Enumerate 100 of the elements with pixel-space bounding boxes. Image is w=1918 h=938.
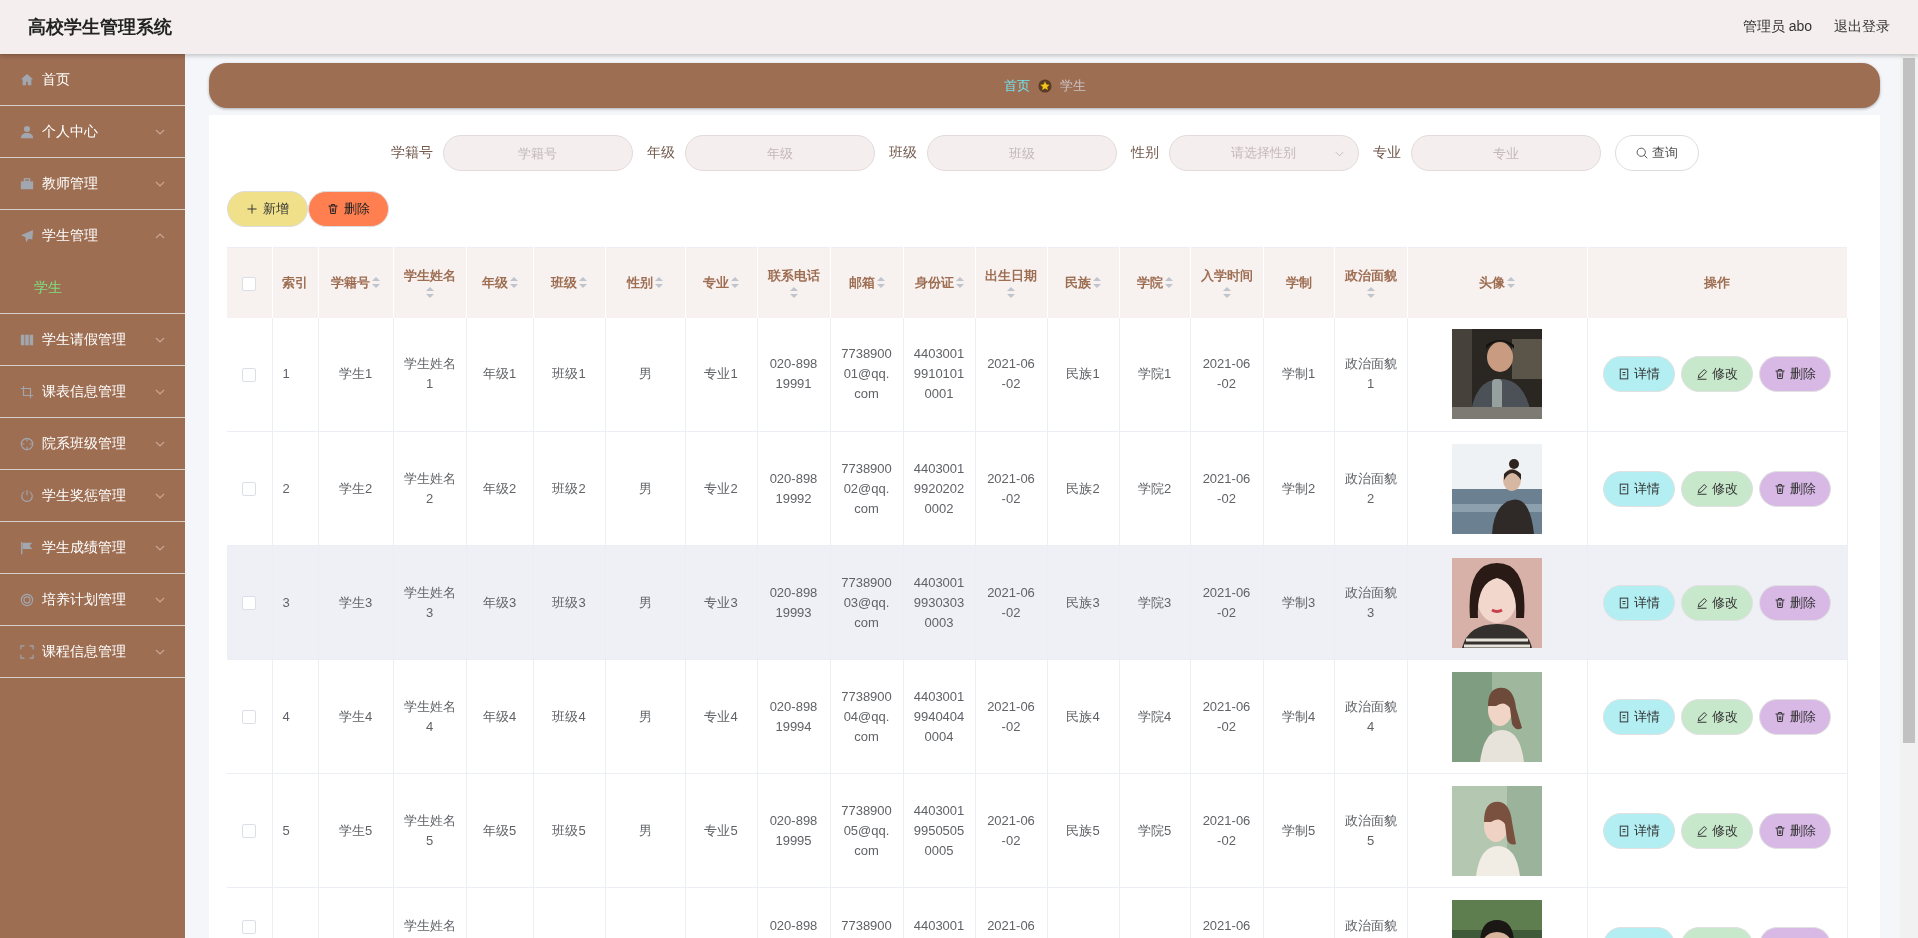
table-cell: 班级3 (552, 594, 586, 610)
table-cell: 020-89819995 (769, 812, 818, 848)
table-cell: 2021-06-02 (987, 698, 1035, 734)
menu-item[interactable]: 课表信息管理 (0, 366, 185, 418)
table-cell: 773890003@qq.com (841, 574, 892, 630)
edit-button[interactable]: 修改 (1681, 470, 1753, 507)
checkbox[interactable] (242, 367, 257, 382)
delete-button[interactable]: 删除 (1759, 470, 1831, 507)
table-cell: 学院1 (1137, 366, 1172, 382)
delete-button[interactable]: 删除 (1759, 584, 1831, 621)
sort-icon (372, 277, 380, 289)
scrollbar-thumb[interactable] (1903, 58, 1915, 743)
table-cell: 2021-06-02 (987, 356, 1035, 392)
table-cell: 3 (282, 594, 290, 610)
table-cell: 学生姓名1 (403, 356, 456, 392)
delete-button[interactable]: 删除 (1759, 698, 1831, 735)
column-header[interactable]: 身份证 (914, 273, 964, 292)
add-button[interactable]: 新增 (227, 191, 308, 227)
menu-item[interactable]: 个人中心 (0, 106, 185, 158)
table-cell: 年级2 (482, 480, 517, 496)
detail-button[interactable]: 详情 (1603, 812, 1675, 849)
menu-item[interactable]: 课程信息管理 (0, 626, 185, 678)
flag-icon (20, 540, 34, 555)
checkbox[interactable] (242, 919, 257, 934)
breadcrumb-item[interactable]: 首页 (1003, 76, 1030, 95)
table-cell: 2021-06-02 (1202, 470, 1251, 506)
table-cell: 学院2 (1137, 480, 1172, 496)
app-title: 高校学生管理系统 (28, 16, 172, 39)
table-cell: 年级5 (482, 822, 517, 838)
trash-icon (1774, 596, 1786, 609)
table-cell: 1 (282, 366, 290, 382)
table-cell: 2021-06 (1202, 918, 1251, 933)
column-header: 学制 (1285, 273, 1312, 292)
pencil-icon (1696, 482, 1708, 495)
checkbox[interactable] (242, 276, 257, 291)
menu-item[interactable]: 学生成绩管理 (0, 522, 185, 574)
detail-button[interactable]: 详情 (1603, 470, 1675, 507)
column-header[interactable]: 学院 (1136, 273, 1173, 292)
field-label: 年级 (646, 144, 675, 162)
column-header[interactable]: 民族 (1065, 273, 1101, 292)
column-header[interactable]: 邮箱 (848, 273, 885, 292)
detail-button[interactable]: 详情 (1603, 356, 1675, 393)
checkbox[interactable] (242, 710, 257, 725)
column-header[interactable]: 班级 (551, 273, 587, 292)
table-cell: 男 (638, 822, 652, 838)
search-icon (1635, 147, 1648, 159)
table-cell: 440300199404040004 (913, 688, 965, 744)
menu-item[interactable]: 首页 (0, 54, 185, 106)
sort-icon (1007, 287, 1015, 299)
column-header[interactable]: 学籍号 (331, 273, 380, 292)
menu-item[interactable]: 培养计划管理 (0, 574, 185, 626)
edit-button[interactable]: 修改 (1681, 584, 1753, 621)
column-header[interactable]: 头像 (1479, 273, 1515, 292)
trash-icon (1774, 824, 1786, 837)
scrollbar[interactable] (1900, 54, 1918, 938)
table-cell: 4 (282, 708, 290, 724)
table-cell: 专业3 (704, 594, 738, 610)
menu-item[interactable]: 学生管理 (0, 210, 185, 262)
menu-item[interactable]: 学生请假管理 (0, 314, 185, 366)
field-label: 性别 (1130, 144, 1159, 162)
detail-button[interactable]: 详情 (1603, 698, 1675, 735)
checkbox[interactable] (242, 824, 257, 839)
table-cell: 民族5 (1066, 822, 1100, 838)
delete-button[interactable]: 删除 (1759, 812, 1831, 849)
column-header[interactable]: 性别 (627, 273, 663, 292)
delete-button[interactable]: 删除 (1759, 356, 1831, 393)
checkbox[interactable] (242, 596, 257, 611)
sort-icon (1164, 277, 1173, 289)
table-cell: 学生姓名4 (403, 698, 456, 734)
column-header[interactable]: 专业 (703, 273, 739, 292)
table-cell: 班级1 (552, 366, 586, 382)
briefcase-icon (20, 176, 34, 191)
table-cell: 773890004@qq.com (841, 688, 892, 744)
home-icon (20, 72, 34, 87)
edit-button[interactable]: 修改 (1681, 356, 1753, 393)
table-cell: 2021-06-02 (987, 584, 1035, 620)
table-cell: 政治面貌1 (1344, 356, 1397, 392)
sort-icon (579, 277, 587, 289)
table-cell: 男 (638, 708, 652, 724)
detail-button[interactable]: 详情 (1603, 584, 1675, 621)
search-button[interactable]: 查询 (1614, 135, 1699, 171)
menu-item[interactable]: 学生奖惩管理 (0, 470, 185, 522)
table-cell: 专业2 (704, 480, 738, 496)
checkbox[interactable] (242, 482, 257, 497)
delete-button[interactable]: 删除 (308, 191, 389, 227)
menu-item[interactable]: 院系班级管理 (0, 418, 185, 470)
table-cell: 学生4 (338, 708, 373, 724)
crosshair-icon (20, 436, 34, 451)
sort-icon (1507, 277, 1515, 289)
table-cell: 民族3 (1066, 594, 1100, 610)
menu-item[interactable]: 教师管理 (0, 158, 185, 210)
table-cell: 学生姓名5 (403, 812, 456, 848)
breadcrumb-item: 学生 (1059, 76, 1086, 95)
table-cell: 学生5 (338, 822, 373, 838)
logout-link[interactable]: 退出登录 (1834, 18, 1890, 36)
submenu-item[interactable]: 学生 (0, 262, 185, 314)
edit-button[interactable]: 修改 (1681, 698, 1753, 735)
edit-button[interactable]: 修改 (1681, 812, 1753, 849)
column-header[interactable]: 年级 (481, 273, 518, 292)
table-cell: 民族2 (1066, 480, 1100, 496)
